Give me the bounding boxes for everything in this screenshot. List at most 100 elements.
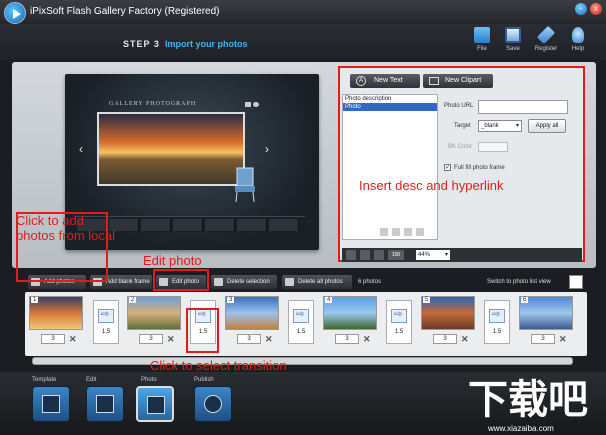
new-clipart-button[interactable]: New Clipart	[423, 74, 493, 88]
preview-thumb[interactable]	[205, 219, 235, 231]
register-button-label: Register	[534, 46, 558, 52]
nav-edit-button[interactable]	[86, 386, 124, 422]
list-view-icon[interactable]	[569, 275, 583, 289]
nav-edit-label: Edit	[86, 377, 97, 383]
zoom-toolbar: 100 44% ▾	[342, 248, 582, 262]
photo-duration[interactable]: 3	[41, 334, 65, 344]
step-title: Import your photos	[165, 39, 248, 49]
target-select[interactable]: _blank ▾	[478, 120, 522, 132]
next-photo-arrow[interactable]: ›	[265, 142, 269, 156]
target-value: _blank	[481, 123, 499, 129]
apply-all-button[interactable]: Apply all	[528, 119, 566, 133]
full-fill-checkbox[interactable]: ✓	[444, 164, 451, 171]
nav-publish-label: Publish	[194, 377, 214, 383]
delete-all-photos-button[interactable]: Delete all photos	[282, 275, 352, 289]
fit-icon[interactable]	[374, 250, 384, 260]
photo-card[interactable]: 5 3 ✕	[421, 296, 481, 346]
zoom-select[interactable]: 44% ▾	[416, 250, 450, 260]
photo-duration[interactable]: 3	[237, 334, 261, 344]
transition-icon	[98, 309, 114, 323]
transition-card[interactable]: 1.5	[93, 300, 119, 344]
delete-photo-icon[interactable]: ✕	[265, 334, 273, 344]
move-down-icon[interactable]	[392, 228, 400, 236]
annotation-box-edit	[153, 269, 209, 291]
new-text-button[interactable]: A New Text	[350, 74, 420, 88]
gallery-title: GALLERY PHOTOGRAPH	[109, 101, 197, 107]
zoom-100-button[interactable]: 100	[388, 250, 404, 260]
annotation-add-photos: Click to add photos from local	[16, 213, 115, 243]
photo-card[interactable]: 1 3 ✕	[29, 296, 89, 346]
nav-template-label: Template	[32, 377, 57, 383]
save-button[interactable]: Save	[498, 27, 528, 57]
new-text-label: New Text	[374, 77, 403, 84]
photo-card[interactable]: 4 3 ✕	[323, 296, 383, 346]
photo-card[interactable]: 2 3 ✕	[127, 296, 187, 346]
preview-thumb[interactable]	[269, 219, 299, 231]
prev-photo-arrow[interactable]: ‹	[79, 142, 83, 156]
bk-color-picker[interactable]	[478, 142, 508, 152]
switch-view-label: Switch to photo list view	[487, 279, 551, 285]
photo-duration[interactable]: 3	[335, 334, 359, 344]
delete-photo-icon[interactable]: ✕	[363, 334, 371, 344]
preview-thumb[interactable]	[141, 219, 171, 231]
transition-card[interactable]: 1.5	[484, 300, 510, 344]
preview-photo	[97, 112, 245, 186]
file-button[interactable]: File	[467, 27, 497, 57]
list-item[interactable]: Photo description	[343, 95, 437, 103]
photo-number: 5	[423, 297, 431, 303]
target-label: Target	[454, 123, 471, 129]
app-logo-icon	[4, 2, 26, 24]
photo-duration[interactable]: 3	[139, 334, 163, 344]
timeline-scrollbar[interactable]	[32, 357, 573, 365]
transition-card[interactable]: 1.5	[386, 300, 412, 344]
edit-icon	[96, 395, 114, 413]
delete-photo-icon[interactable]: ✕	[167, 334, 175, 344]
delete-selection-icon	[214, 278, 223, 286]
window-title: iPixSoft Flash Gallery Factory (Register…	[30, 6, 220, 17]
preview-thumb[interactable]	[173, 219, 203, 231]
folder-icon	[474, 27, 490, 43]
zoom-in-icon[interactable]	[346, 250, 356, 260]
delete-photo-icon[interactable]: ✕	[559, 334, 567, 344]
template-icon	[42, 395, 60, 413]
description-list[interactable]: Photo description Photo	[342, 94, 438, 240]
nav-publish-button[interactable]	[194, 386, 232, 422]
transition-card[interactable]: 1.5	[288, 300, 314, 344]
register-button[interactable]: Register	[531, 25, 561, 57]
transition-icon	[391, 309, 407, 323]
preview-thumb[interactable]	[237, 219, 267, 231]
photo-url-input[interactable]	[478, 100, 568, 114]
preview-control-icon[interactable]	[245, 102, 251, 107]
transition-duration: 1.5	[101, 329, 111, 335]
minimize-button[interactable]: -	[575, 3, 587, 15]
delete-photo-icon[interactable]: ✕	[69, 334, 77, 344]
transition-icon	[293, 309, 309, 323]
close-button[interactable]: x	[590, 3, 602, 15]
transition-duration: 1.5	[394, 329, 404, 335]
save-button-label: Save	[506, 46, 520, 52]
delete-selection-button[interactable]: Delete selection	[211, 275, 277, 289]
list-item-selected[interactable]: Photo	[343, 103, 437, 111]
nav-photo-button[interactable]	[136, 386, 174, 422]
help-button[interactable]: Help	[563, 27, 593, 57]
delete-icon[interactable]	[416, 228, 424, 236]
save-icon	[505, 27, 521, 43]
transition-icon	[489, 309, 505, 323]
preview-control-icon[interactable]	[253, 102, 259, 107]
wrench-icon	[536, 25, 556, 45]
text-icon: A	[356, 76, 366, 86]
photo-duration[interactable]: 3	[433, 334, 457, 344]
copy-icon[interactable]	[404, 228, 412, 236]
photo-card[interactable]: 3 3 ✕	[225, 296, 285, 346]
help-button-label: Help	[571, 46, 585, 52]
photo-card[interactable]: 6 3 ✕	[519, 296, 579, 346]
delete-all-icon	[285, 278, 294, 286]
transition-duration: 1.5	[492, 329, 502, 335]
photo-count: 6 photos	[358, 279, 382, 285]
photo-duration[interactable]: 3	[531, 334, 555, 344]
photo-url-label: Photo URL	[444, 103, 474, 109]
delete-photo-icon[interactable]: ✕	[461, 334, 469, 344]
zoom-out-icon[interactable]	[360, 250, 370, 260]
nav-template-button[interactable]	[32, 386, 70, 422]
move-up-icon[interactable]	[380, 228, 388, 236]
